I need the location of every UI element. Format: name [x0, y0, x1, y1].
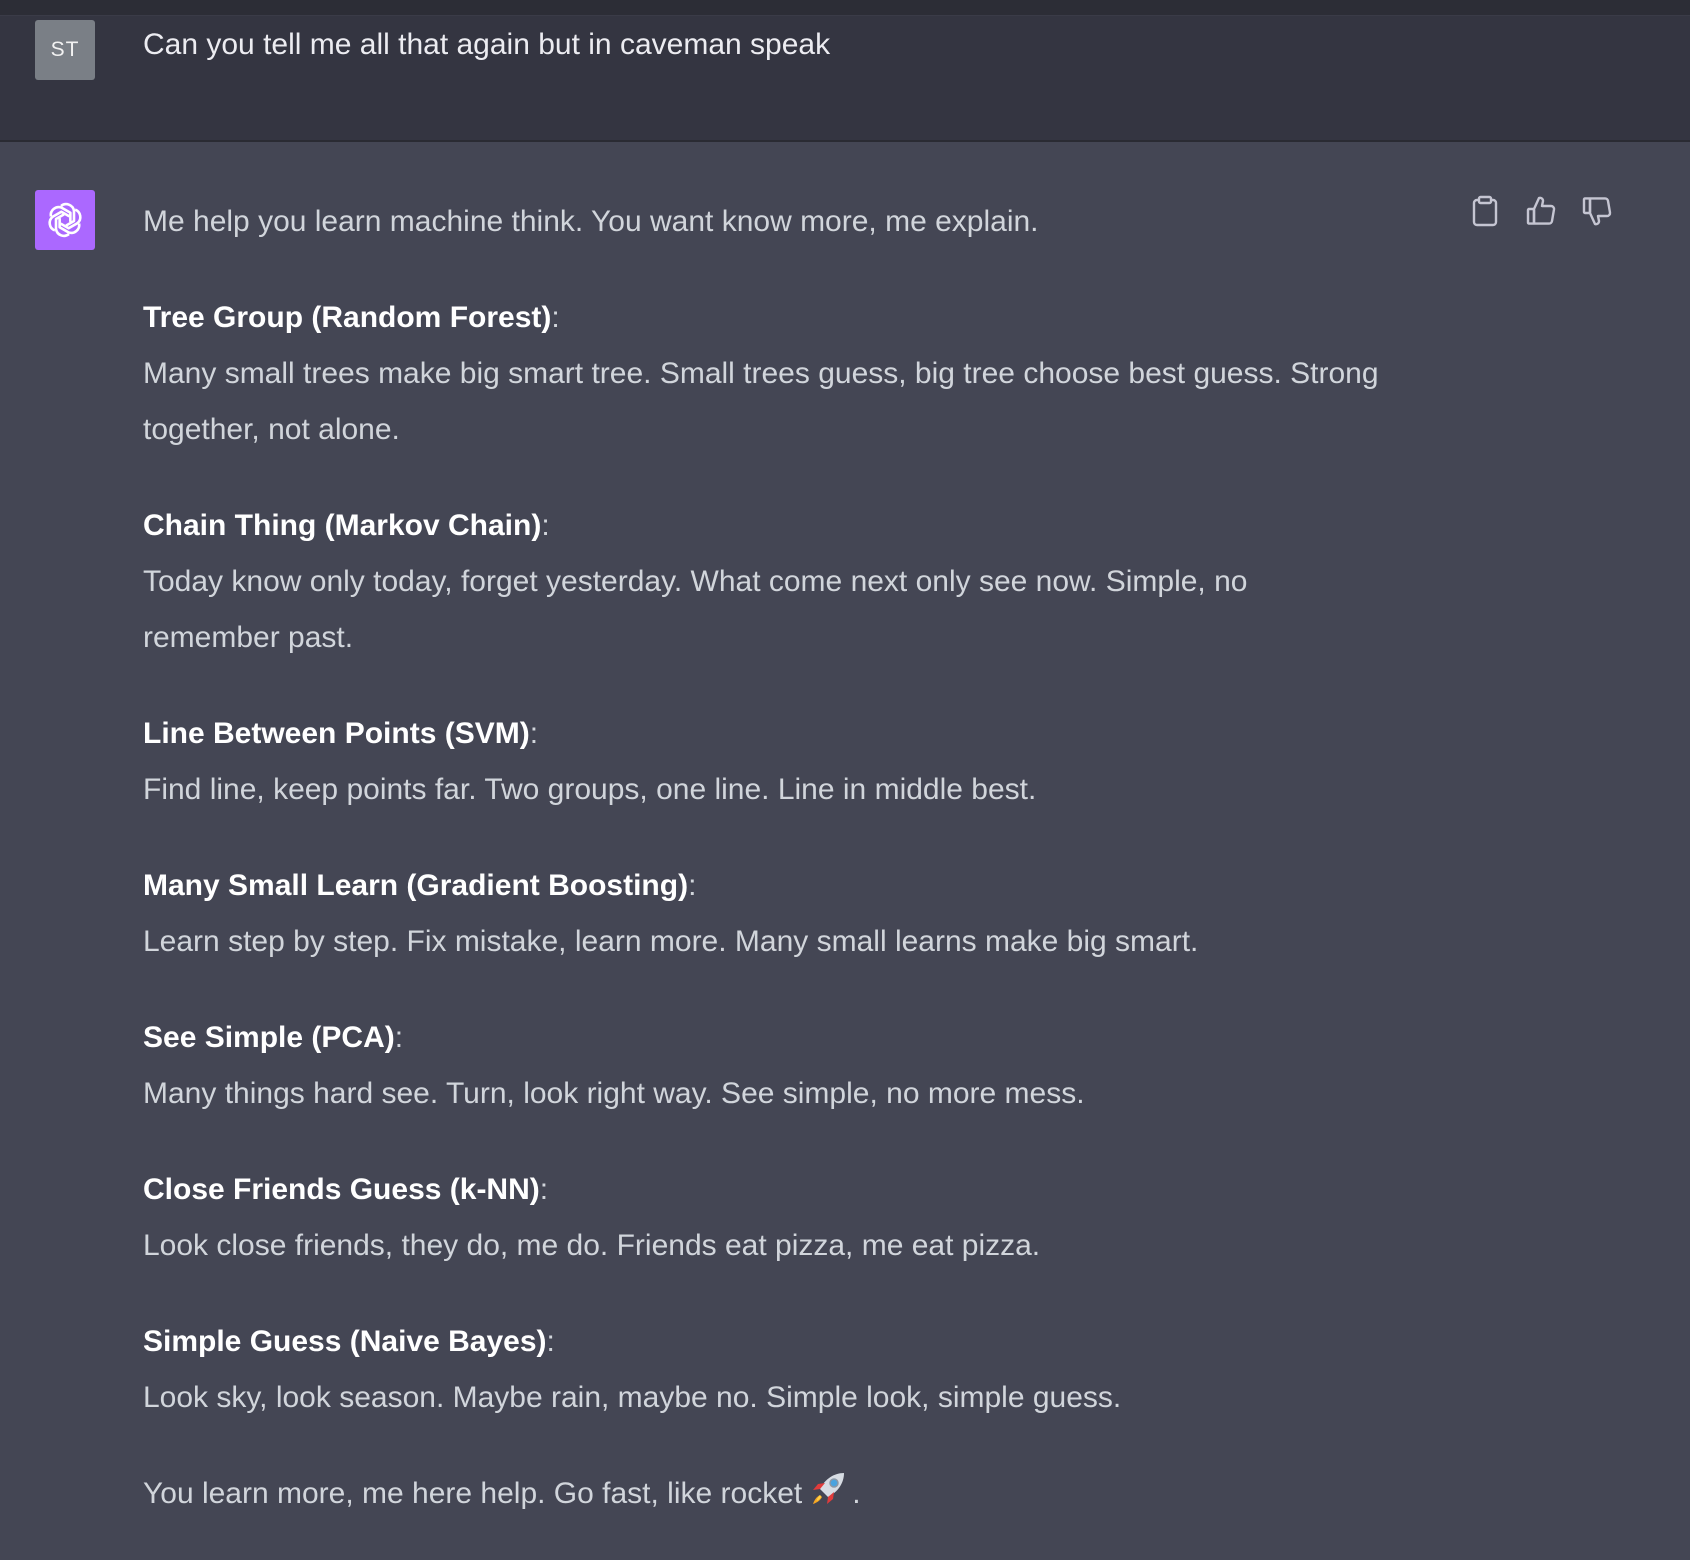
section-random-forest: Tree Group (Random Forest): Many small t… — [143, 290, 1473, 458]
outro-message: You learn more, me here help. Go fast, l… — [143, 1477, 803, 1510]
section-pca: See Simple (PCA): Many things hard see. … — [143, 1010, 1473, 1122]
section-markov-chain: Chain Thing (Markov Chain): Today know o… — [143, 498, 1473, 666]
section-heading: Many Small Learn (Gradient Boosting): — [143, 869, 697, 902]
thumbs-down-icon — [1582, 197, 1612, 226]
section-title: Close Friends Guess (k-NN) — [143, 1173, 540, 1206]
assistant-avatar — [35, 190, 95, 250]
section-svm: Line Between Points (SVM): Find line, ke… — [143, 706, 1473, 818]
assistant-message-row: Me help you learn machine think. You wan… — [0, 142, 1690, 1560]
section-knn: Close Friends Guess (k-NN): Look close f… — [143, 1162, 1473, 1274]
clipboard-icon — [1472, 195, 1498, 227]
thumbs-up-button[interactable] — [1524, 194, 1558, 228]
thumbs-down-button[interactable] — [1580, 194, 1614, 228]
rocket-icon — [808, 1469, 848, 1528]
section-heading: Line Between Points (SVM): — [143, 717, 539, 750]
assistant-message-content: Me help you learn machine think. You wan… — [143, 194, 1473, 1558]
section-title: Chain Thing (Markov Chain) — [143, 509, 542, 542]
section-heading: See Simple (PCA): — [143, 1021, 404, 1054]
section-body: Look close friends, they do, me do. Frie… — [143, 1229, 1041, 1262]
user-message-text: Can you tell me all that again but in ca… — [143, 28, 831, 61]
section-title: See Simple (PCA) — [143, 1021, 395, 1054]
user-message-row: ST Can you tell me all that again but in… — [0, 16, 1690, 142]
section-body: Today know only today, forget yesterday.… — [143, 565, 1248, 654]
section-heading: Simple Guess (Naive Bayes): — [143, 1325, 555, 1358]
section-body: Find line, keep points far. Two groups, … — [143, 773, 1037, 806]
section-heading: Chain Thing (Markov Chain): — [143, 509, 550, 542]
top-strip — [0, 0, 1690, 16]
section-heading: Close Friends Guess (k-NN): — [143, 1173, 549, 1206]
section-title: Line Between Points (SVM) — [143, 717, 530, 750]
message-actions — [1468, 194, 1614, 228]
copy-button[interactable] — [1468, 194, 1502, 228]
section-body: Learn step by step. Fix mistake, learn m… — [143, 925, 1199, 958]
outro-text: You learn more, me here help. Go fast, l… — [143, 1466, 1473, 1528]
section-gradient-boosting: Many Small Learn (Gradient Boosting): Le… — [143, 858, 1473, 970]
chat-page: ST Can you tell me all that again but in… — [0, 0, 1690, 1560]
section-title: Tree Group (Random Forest) — [143, 301, 552, 334]
section-body: Many small trees make big smart tree. Sm… — [143, 357, 1379, 446]
thumbs-up-icon — [1526, 196, 1556, 225]
outro-period: . — [852, 1477, 861, 1510]
section-naive-bayes: Simple Guess (Naive Bayes): Look sky, lo… — [143, 1314, 1473, 1426]
section-heading: Tree Group (Random Forest): — [143, 301, 560, 334]
section-body: Many things hard see. Turn, look right w… — [143, 1077, 1085, 1110]
openai-logo-icon — [48, 202, 82, 238]
section-title: Many Small Learn (Gradient Boosting) — [143, 869, 689, 902]
intro-text: Me help you learn machine think. You wan… — [143, 205, 1039, 238]
user-avatar-initials: ST — [50, 38, 80, 61]
section-title: Simple Guess (Naive Bayes) — [143, 1325, 547, 1358]
section-body: Look sky, look season. Maybe rain, maybe… — [143, 1381, 1122, 1414]
user-avatar: ST — [35, 20, 95, 80]
